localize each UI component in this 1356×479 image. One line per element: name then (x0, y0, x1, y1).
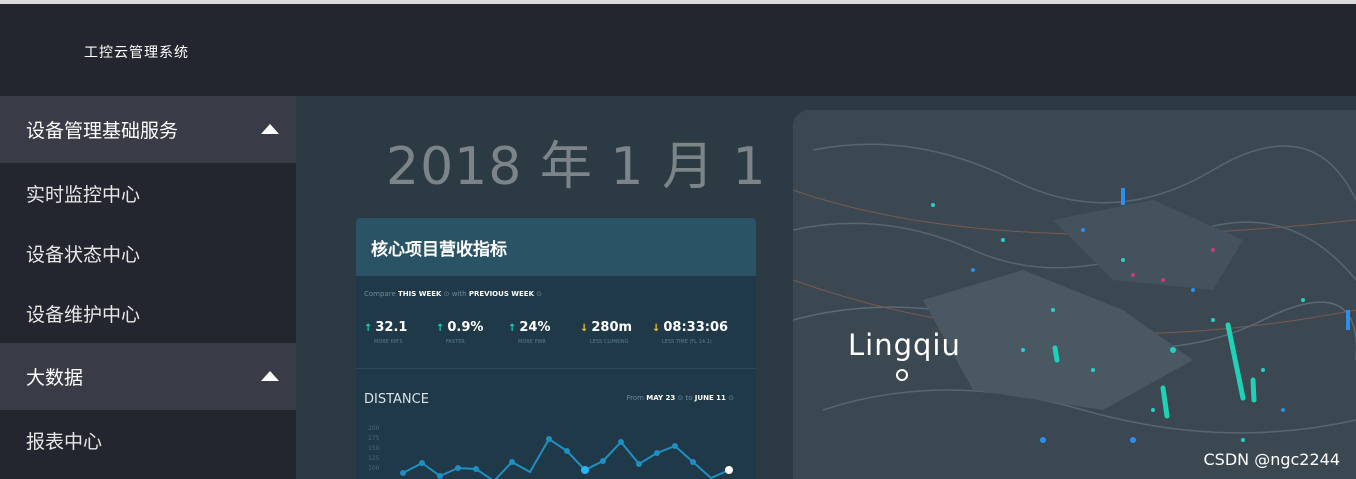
card-header: 核心项目营收指标 (356, 218, 756, 276)
stat-label: MORE PWR (518, 339, 546, 345)
stat-value: 24% (519, 320, 551, 335)
stat-label: LESS CLIMBING (590, 339, 629, 345)
map-place-label: Lingqiu (848, 328, 961, 362)
data-point (690, 459, 696, 465)
app-title: 工控云管理系统 (84, 45, 189, 61)
card-divider (356, 368, 756, 369)
stat-km: ↑ 32.1 MORE KM'S (364, 320, 436, 345)
y-tick: 150 (368, 445, 380, 452)
sidebar-item-label: 实时监控中心 (26, 183, 141, 206)
stat-label: MORE KM'S (374, 339, 403, 345)
stat-time: ↓ 08:33:06 LESS TIME (FL 14.1) (652, 320, 728, 345)
card-title: 核心项目营收指标 (371, 239, 507, 260)
sidebar-item-reports[interactable]: 报表中心 (0, 410, 296, 470)
sidebar-item-label: 设备维护中心 (26, 303, 141, 326)
sidebar-item-label: 设备状态中心 (26, 243, 141, 266)
sidebar-item-device-status[interactable]: 设备状态中心 (0, 223, 296, 283)
map-view[interactable]: Lingqiu CSDN @ngc2244 (793, 110, 1356, 479)
sidebar-group-label: 设备管理基础服务 (26, 120, 179, 142)
arrow-up-icon: ↑ (364, 323, 373, 334)
dashboard-main: 2018 年 1 月 1 日 核心项目营收指标 Compare THIS WEE… (296, 96, 1356, 479)
distance-label: DISTANCE (364, 392, 429, 407)
stats-row: ↑ 32.1 MORE KM'S ↑ 0.9% FASTER ↑ 24% MORE P… (364, 320, 728, 345)
data-point (400, 470, 406, 476)
data-point (473, 466, 479, 472)
compare-row: Compare THIS WEEK ⊙ with PREVIOUS WEEK ⊙ (364, 290, 543, 298)
y-tick: 125 (368, 455, 380, 462)
stat-value: 32.1 (375, 320, 408, 335)
stat-label: LESS TIME (FL 14.1) (662, 339, 712, 345)
sidebar-item-label: 报表中心 (26, 430, 103, 453)
stat-power: ↑ 24% MORE PWR (508, 320, 580, 345)
stat-value: 0.9% (447, 320, 484, 335)
compare-label: Compare (364, 290, 396, 298)
y-tick: 100 (368, 465, 380, 472)
data-point (636, 461, 642, 467)
arrow-up-icon: ↑ (508, 323, 517, 334)
y-tick: 175 (368, 435, 380, 442)
distance-line-chart: 200 175 150 125 100 (368, 425, 733, 479)
data-point (672, 443, 678, 449)
arrow-down-icon: ↓ (652, 323, 661, 334)
data-point (564, 448, 570, 454)
sidebar-item-device-maintenance[interactable]: 设备维护中心 (0, 283, 296, 343)
app-header: 工控云管理系统 (0, 4, 1356, 96)
from-label: From (626, 394, 644, 402)
revenue-card: 核心项目营收指标 Compare THIS WEEK ⊙ with PREVIO… (356, 218, 756, 479)
data-point (725, 466, 733, 474)
stat-climbing: ↓ 280m LESS CLIMBING (580, 320, 652, 345)
caret-up-icon[interactable] (261, 124, 279, 134)
sidebar-group-label: 大数据 (26, 367, 84, 389)
to-label: to (685, 394, 693, 402)
location-pin-icon[interactable] (896, 369, 908, 381)
data-point (509, 459, 515, 465)
data-point (546, 436, 552, 442)
sidebar-group-big-data[interactable]: 大数据 (0, 343, 296, 410)
stat-label: FASTER (446, 339, 465, 345)
sidebar: 设备管理基础服务 实时监控中心 设备状态中心 设备维护中心 大数据 报表中心 (0, 96, 296, 479)
from-date-select[interactable]: MAY 23 (646, 394, 675, 402)
with-label: with (451, 290, 467, 298)
stat-value: 08:33:06 (663, 320, 729, 335)
date-heading: 2018 年 1 月 1 日 (386, 137, 838, 197)
data-point (581, 466, 589, 474)
sidebar-item-realtime-monitoring[interactable]: 实时监控中心 (0, 163, 296, 223)
distance-series-line (402, 437, 730, 479)
watermark: CSDN @ngc2244 (1203, 450, 1340, 469)
previous-week-select[interactable]: PREVIOUS WEEK (469, 290, 534, 298)
y-tick: 200 (368, 425, 380, 432)
data-point (618, 439, 624, 445)
arrow-up-icon: ↑ (436, 323, 445, 334)
to-date-select[interactable]: JUNE 11 (695, 394, 726, 402)
data-point (600, 458, 606, 464)
caret-up-icon[interactable] (261, 371, 279, 381)
stat-faster: ↑ 0.9% FASTER (436, 320, 508, 345)
sidebar-group-device-services[interactable]: 设备管理基础服务 (0, 96, 296, 163)
data-point (437, 473, 443, 479)
this-week-select[interactable]: THIS WEEK (398, 290, 441, 298)
data-point (654, 450, 660, 456)
data-point (455, 465, 461, 471)
arrow-down-icon: ↓ (580, 323, 589, 334)
data-point (419, 460, 425, 466)
map-background (793, 110, 1356, 479)
stat-value: 280m (591, 320, 633, 335)
date-range: From MAY 23 ⊙ to JUNE 11 ⊙ (626, 394, 734, 402)
